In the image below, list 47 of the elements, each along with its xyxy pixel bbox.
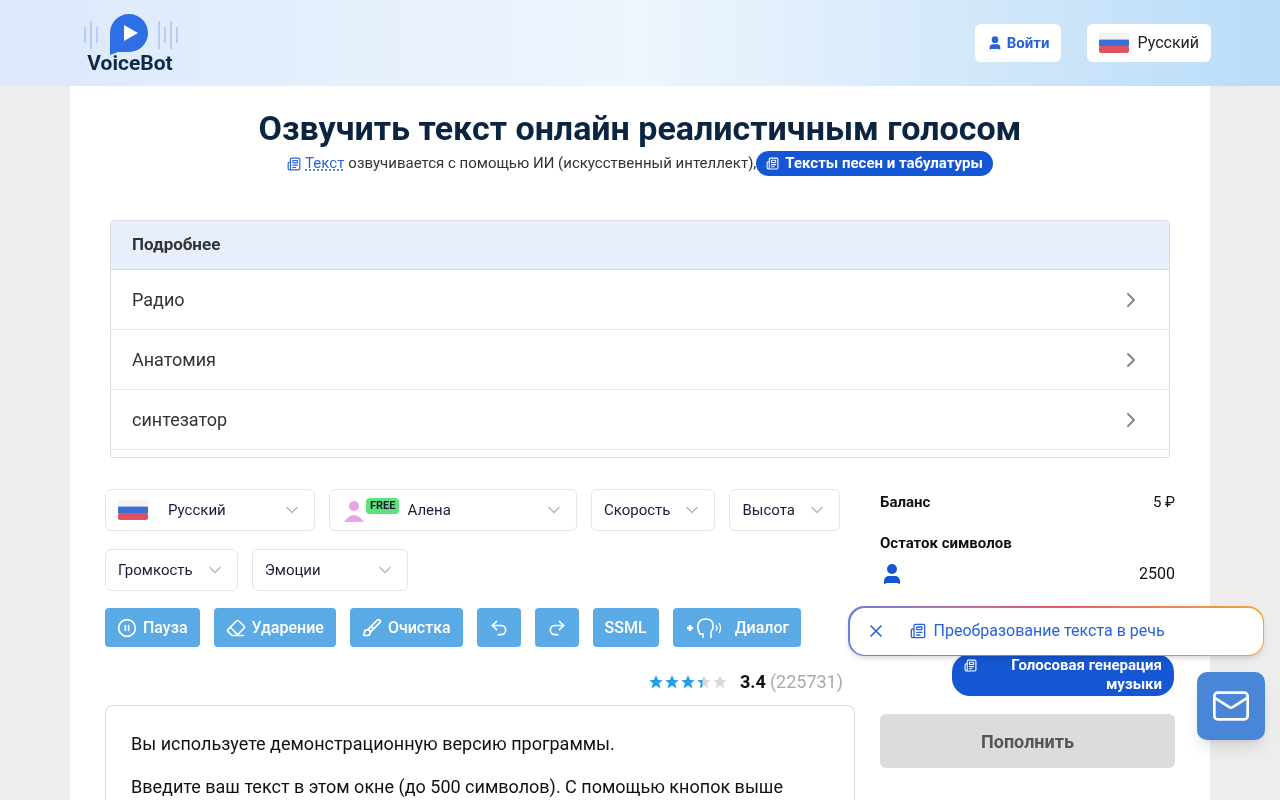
free-badge: FREE [366, 497, 400, 515]
accordion-item[interactable]: Анатомия [111, 330, 1169, 390]
woman-avatar-icon [342, 498, 366, 522]
music-link[interactable]: Голосовая генерация музыки [952, 654, 1174, 696]
accordion-item[interactable]: Радио [111, 270, 1169, 330]
article-icon [964, 659, 977, 672]
page-title: Озвучить текст онлайн реалистичным голосом [258, 108, 1022, 148]
article-icon [287, 156, 302, 171]
russia-flag-icon [118, 500, 148, 520]
chars-label: Остаток символов [880, 532, 1013, 554]
rating-value: 3.4 [740, 670, 766, 694]
star-icon [696, 673, 712, 690]
dropdown[interactable]: Высота [729, 489, 840, 531]
dropdown[interactable]: FREE Алена [329, 489, 577, 531]
dropdown[interactable]: Громкость [105, 549, 238, 591]
logo-text: VoiceBot [87, 52, 173, 74]
undo-button[interactable] [476, 608, 521, 647]
star-icon [664, 673, 680, 690]
mail-button[interactable] [1197, 672, 1265, 740]
language-button[interactable]: Русский [1087, 24, 1211, 62]
text-editor[interactable]: Вы используете демонстрационную версию программы. Введите ваш текст в этом окне (до 500 символов). С помощью кнопок выше [105, 705, 855, 800]
text-link[interactable]: Текст [305, 152, 345, 175]
accordion-header[interactable]: Подробнее [111, 221, 1169, 270]
russia-flag-icon [1099, 33, 1130, 53]
undo-icon [488, 617, 509, 638]
login-button[interactable]: Войти [974, 24, 1062, 62]
balance-value: 5 ₽ [1152, 492, 1175, 513]
star-icon [648, 673, 664, 690]
dropdown[interactable]: Русский [105, 489, 315, 531]
dropdown[interactable]: Эмоции [251, 549, 408, 591]
subtitle-text: озвучивается с помощью ИИ (искусственный интеллект), [348, 153, 757, 175]
balance-label: Баланс [880, 492, 931, 513]
topup-button[interactable]: Пополнить [880, 714, 1175, 768]
accordion-item[interactable]: синтезатор [111, 390, 1169, 450]
pause-icon [117, 617, 137, 638]
redo-button[interactable] [534, 608, 579, 647]
article-icon [766, 157, 780, 170]
article-icon [909, 623, 926, 639]
editor-paragraph: Вы используете демонстрационную версию программы. [131, 732, 616, 756]
rating-count: (225731) [769, 670, 843, 694]
dropdown[interactable]: Скорость [591, 489, 716, 531]
editor-paragraph: Введите ваш текст в этом окне (до 500 символов). С помощью кнопок выше [131, 775, 784, 799]
star-icon [680, 673, 696, 690]
star-icon [712, 673, 728, 690]
lyrics-link[interactable]: Тексты песен и табулатуры [756, 151, 993, 176]
eraser-icon [225, 617, 246, 638]
chars-value: 2500 [1139, 563, 1175, 585]
